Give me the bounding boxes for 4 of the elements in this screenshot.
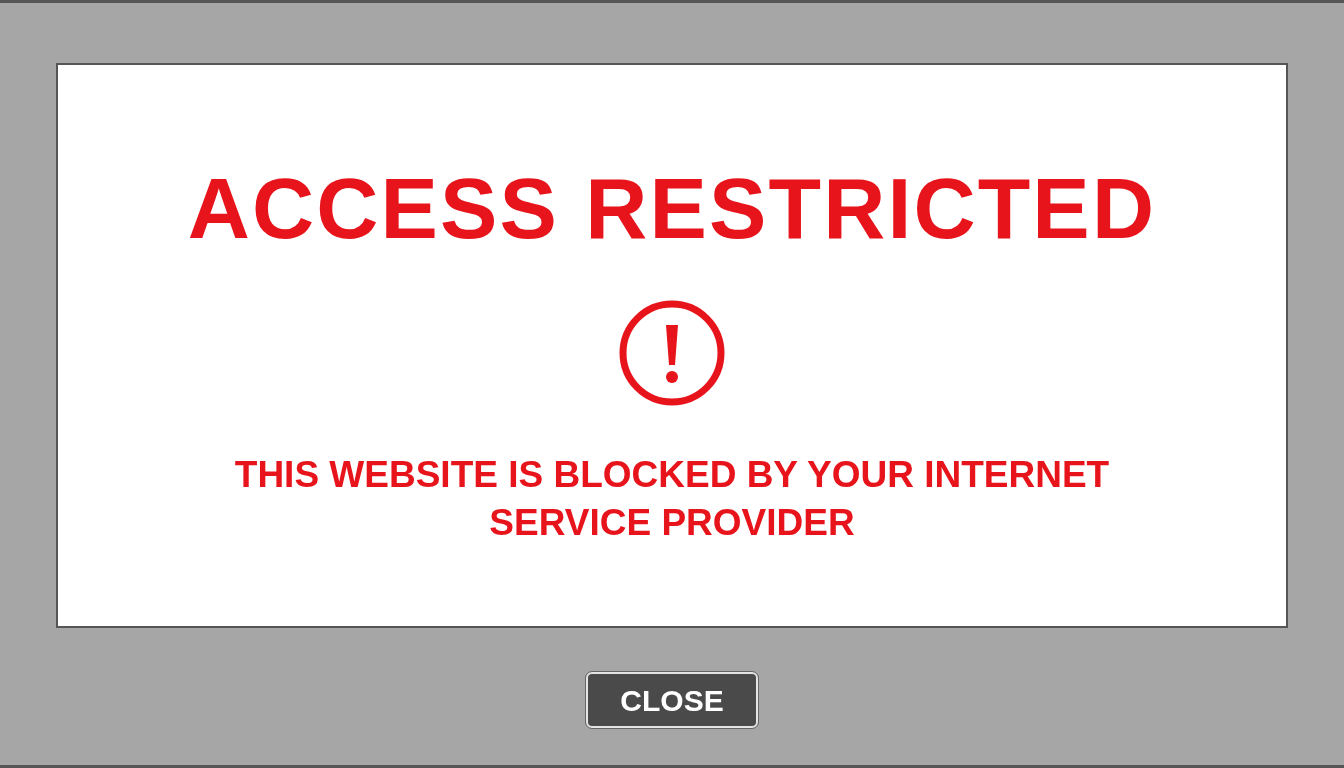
close-button[interactable]: CLOSE (586, 672, 758, 728)
dialog-title: ACCESS RESTRICTED (187, 165, 1157, 251)
warning-icon (618, 299, 726, 407)
blocked-message: THIS WEBSITE IS BLOCKED BY YOUR INTERNET SERVICE PROVIDER (233, 453, 1111, 545)
